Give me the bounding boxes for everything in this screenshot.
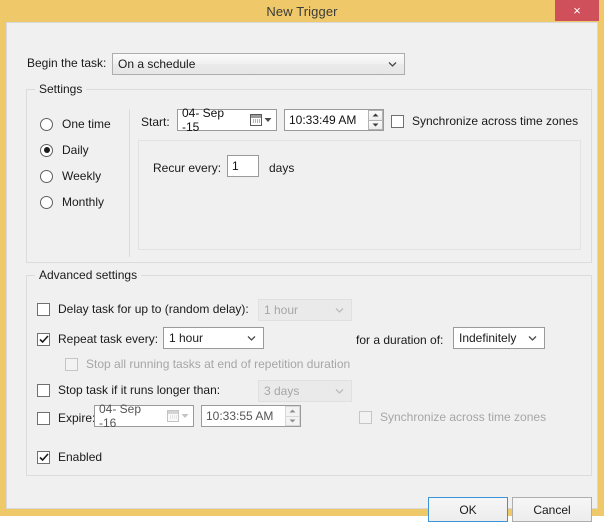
dialog-client-area: Begin the task: On a schedule Settings O… [6,22,598,522]
start-time-value: 10:33:49 AM [289,113,357,127]
repeat-task-row[interactable]: Repeat task every: [37,332,158,346]
radio-one-time-indicator[interactable] [40,117,53,131]
radio-monthly[interactable]: Monthly [40,195,104,209]
repeat-task-label: Repeat task every: [58,332,159,346]
settings-divider [129,109,130,257]
chevron-down-icon [388,60,397,69]
recur-every-unit: days [269,161,295,175]
radio-one-time[interactable]: One time [40,117,111,131]
recur-every-input[interactable]: 1 [227,155,259,177]
delay-task-combo: 1 hour [258,299,352,321]
duration-value: Indefinitely [459,331,517,345]
delay-task-row[interactable]: Delay task for up to (random delay): [37,302,249,316]
start-date-picker[interactable]: 04- Sep -15 [177,106,277,134]
sync-time-zones-row[interactable]: Synchronize across time zones [391,114,578,128]
repeat-task-checkbox[interactable] [37,332,50,346]
stop-all-running-checkbox [65,357,78,371]
stop-all-running-label: Stop all running tasks at end of repetit… [86,357,351,371]
close-button[interactable]: × [555,0,599,21]
enabled-label: Enabled [58,450,103,464]
window-title: New Trigger [266,3,338,19]
stop-task-longer-value: 3 days [264,384,300,398]
stop-all-running-row: Stop all running tasks at end of repetit… [65,357,350,371]
cancel-button-label: Cancel [533,502,571,517]
cancel-button[interactable]: Cancel [512,497,592,522]
radio-daily-label: Daily [62,143,89,157]
repeat-task-combo[interactable]: 1 hour [163,327,264,349]
advanced-settings-legend: Advanced settings [35,268,142,282]
enabled-row[interactable]: Enabled [37,450,102,464]
expire-time-spin-buttons [285,406,300,426]
stop-task-longer-label: Stop task if it runs longer than: [58,383,221,397]
radio-monthly-label: Monthly [62,195,105,209]
enabled-checkbox[interactable] [37,450,50,464]
recurrence-panel [138,140,581,250]
calendar-icon[interactable] [250,114,272,126]
settings-legend: Settings [35,82,87,96]
start-time-spin-down[interactable] [368,119,383,130]
delay-task-label: Delay task for up to (random delay): [58,302,249,316]
sync-time-zones-checkbox[interactable] [391,114,404,128]
stop-task-longer-checkbox[interactable] [37,383,50,397]
chevron-down-icon [247,334,256,343]
expire-sync-time-zones-row: Synchronize across time zones [359,410,546,424]
radio-weekly[interactable]: Weekly [40,169,101,183]
expire-date-picker: 04- Sep -16 [94,402,194,430]
expire-sync-time-zones-label: Synchronize across time zones [380,410,547,424]
stop-task-longer-combo: 3 days [258,380,352,402]
delay-task-value: 1 hour [264,303,299,317]
expire-date-value: 04- Sep -16 [99,402,142,430]
delay-task-checkbox[interactable] [37,302,50,316]
expire-checkbox[interactable] [37,411,50,425]
recur-every-label: Recur every: [153,161,222,175]
radio-weekly-label: Weekly [62,169,102,183]
expire-time-value: 10:33:55 AM [206,409,274,423]
begin-task-combo[interactable]: On a schedule [112,53,405,75]
start-label: Start: [141,115,170,129]
new-trigger-dialog: New Trigger × Begin the task: On a sched… [0,0,604,522]
radio-one-time-label: One time [62,117,111,131]
expire-time-spin-down [285,415,300,426]
radio-monthly-indicator[interactable] [40,195,53,209]
chevron-down-icon [335,387,344,396]
begin-task-value: On a schedule [118,57,196,71]
radio-weekly-indicator[interactable] [40,169,53,183]
radio-daily[interactable]: Daily [40,143,89,157]
sync-time-zones-label: Synchronize across time zones [412,114,579,128]
start-time-spin-up[interactable] [368,110,383,120]
begin-task-row: Begin the task: [27,56,106,70]
start-date-value: 04- Sep -15 [182,106,225,134]
chevron-down-icon [528,334,537,343]
expire-sync-time-zones-checkbox [359,410,372,424]
ok-button-label: OK [459,502,477,517]
start-time-spinner[interactable]: 10:33:49 AM [284,109,384,131]
recur-every-value: 1 [232,159,239,173]
repeat-task-value: 1 hour [169,331,204,345]
begin-task-label: Begin the task: [27,56,107,70]
calendar-icon [167,410,189,422]
stop-task-longer-row[interactable]: Stop task if it runs longer than: [37,383,220,397]
duration-combo[interactable]: Indefinitely [453,327,545,349]
duration-label: for a duration of: [356,333,444,347]
expire-time-spinner: 10:33:55 AM [201,405,301,427]
ok-button[interactable]: OK [428,497,508,522]
radio-daily-indicator[interactable] [40,143,53,157]
start-time-spin-buttons[interactable] [368,110,383,130]
chevron-down-icon [335,306,344,315]
expire-row[interactable]: Expire: [37,411,95,425]
expire-time-spin-up [285,406,300,416]
close-icon: × [573,3,581,18]
title-bar: New Trigger × [6,0,599,22]
expire-label: Expire: [58,411,96,425]
